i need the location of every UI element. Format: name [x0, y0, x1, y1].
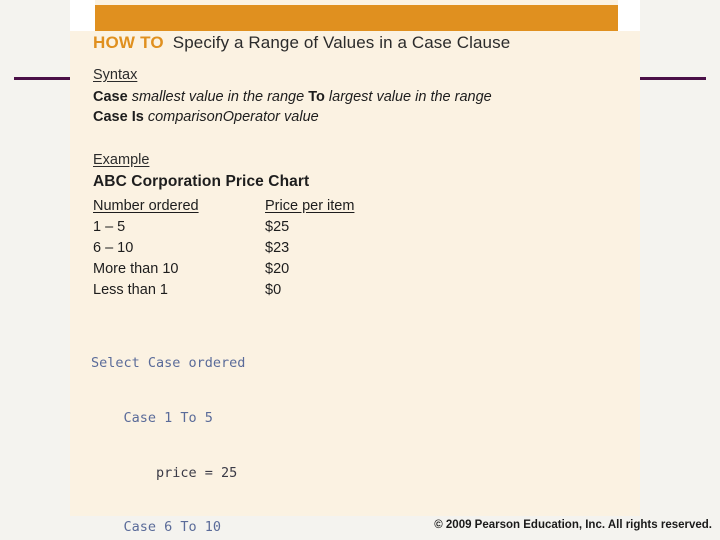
copyright-footer: © 2009 Pearson Education, Inc. All right…: [434, 519, 712, 531]
syntax-line-case-to: Case smallest value in the range To larg…: [93, 87, 623, 107]
howto-title-row: HOW TO Specify a Range of Values in a Ca…: [93, 33, 623, 53]
table-header-row: Number ordered Price per item: [93, 196, 493, 217]
cell-number-ordered: 1 – 5: [93, 219, 126, 235]
code-line: Case 1 To 5: [91, 410, 213, 427]
syntax-keyword-to: To: [308, 89, 325, 105]
syntax-section-label: Syntax: [93, 67, 138, 83]
cell-price-per-item: $25: [265, 219, 290, 235]
price-chart-head: Number ordered Price per item: [93, 196, 493, 217]
cell-price-per-item: $20: [265, 261, 290, 277]
decorative-rule-right: [640, 77, 706, 80]
table-row: 1 – 5 $25: [93, 217, 493, 238]
code-line: Select Case ordered: [91, 355, 246, 372]
table-row: More than 10 $20: [93, 259, 493, 280]
code-sample: Select Case ordered Case 1 To 5 price = …: [91, 318, 511, 540]
table-row: 6 – 10 $23: [93, 238, 493, 259]
content-panel: HOW TO Specify a Range of Values in a Ca…: [70, 0, 640, 535]
syntax-placeholder-smallest: smallest value in the range: [131, 89, 305, 105]
table-row: Less than 1 $0: [93, 280, 493, 301]
howto-badge-label: HOW TO: [93, 33, 164, 52]
syntax-placeholder-largest: largest value in the range: [328, 89, 492, 105]
column-header-price-per-item: Price per item: [265, 198, 355, 214]
syntax-block: Case smallest value in the range To larg…: [93, 87, 623, 127]
syntax-keyword-case-is: Case Is: [93, 109, 144, 125]
code-line: price = 25: [91, 464, 238, 481]
header-bar-tail: [618, 0, 640, 31]
cell-number-ordered: Less than 1: [93, 282, 168, 298]
syntax-placeholder-operator: comparisonOperator value: [147, 109, 319, 125]
syntax-keyword-case: Case: [93, 89, 128, 105]
slide-canvas: HOW TO Specify a Range of Values in a Ca…: [0, 0, 720, 540]
price-chart-title: ABC Corporation Price Chart: [93, 173, 310, 190]
header-accent-bar: [95, 5, 618, 31]
column-header-number-ordered: Number ordered: [93, 198, 199, 214]
price-chart-table: Number ordered Price per item 1 – 5 $25 …: [93, 196, 493, 301]
decorative-rule-left: [14, 77, 70, 80]
page-title: Specify a Range of Values in a Case Clau…: [172, 33, 511, 52]
cell-number-ordered: More than 10: [93, 261, 179, 277]
price-chart-body: 1 – 5 $25 6 – 10 $23 More than 10 $20 Le…: [93, 217, 493, 301]
cell-price-per-item: $23: [265, 240, 290, 256]
cell-number-ordered: 6 – 10: [93, 240, 134, 256]
example-section-label: Example: [93, 152, 150, 168]
syntax-line-case-is: Case Is comparisonOperator value: [93, 107, 623, 127]
cell-price-per-item: $0: [265, 282, 282, 298]
panel-corner-notch: [70, 0, 95, 31]
